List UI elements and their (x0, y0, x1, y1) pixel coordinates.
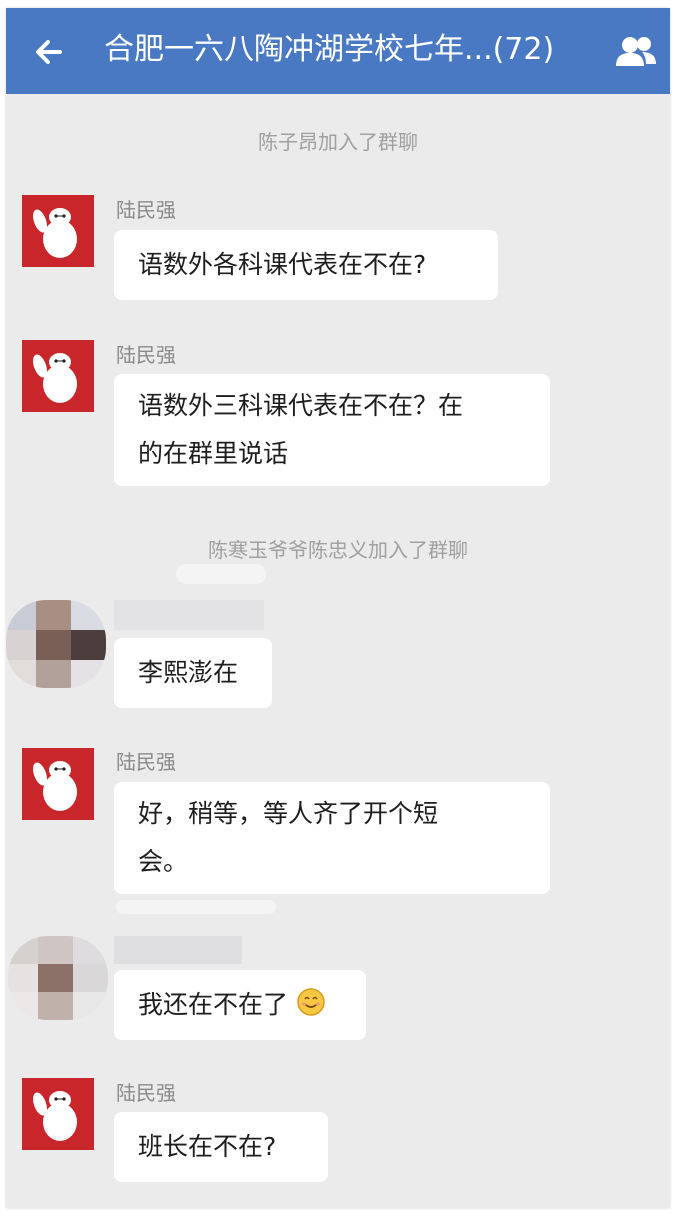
chat-screen: 合肥一六八陶冲湖学校七年...(72) 陈子昂加入了群聊 陆民强 语数外各科课代… (6, 8, 670, 1208)
message-text: 语数外各科课代表在不在? (138, 250, 427, 279)
message-bubble[interactable]: 语数外各科课代表在不在? (114, 230, 498, 300)
blurred-region (176, 564, 266, 584)
group-members-button[interactable] (612, 32, 660, 72)
blurred-avatar[interactable] (6, 600, 106, 688)
robot-avatar-icon (33, 761, 77, 811)
message-text: 班长在不在? (138, 1132, 277, 1161)
message-text-line: 的在群里说话 (138, 439, 289, 468)
robot-avatar-icon (33, 208, 77, 258)
sender-name: 陆民强 (116, 750, 176, 774)
system-message: 陈子昂加入了群聊 (258, 130, 418, 154)
sender-name: 陆民强 (116, 198, 176, 222)
message-text: 我还在不在了 (138, 990, 289, 1019)
message-bubble[interactable]: 我还在不在了 (114, 970, 366, 1040)
message-text-line: 会。 (138, 847, 189, 876)
blurred-avatar[interactable] (8, 936, 108, 1020)
robot-avatar-icon (33, 1091, 77, 1141)
avatar[interactable] (22, 1078, 94, 1150)
smile-emoji-icon (297, 988, 325, 1016)
chat-title: 合肥一六八陶冲湖学校七年...(72) (104, 32, 555, 67)
arrow-left-icon (36, 40, 62, 64)
message-bubble[interactable]: 语数外三科课代表在不在？在 的在群里说话 (114, 374, 550, 486)
system-message: 陈寒玉爷爷陈忠义加入了群聊 (208, 538, 468, 562)
blurred-region (114, 936, 242, 964)
group-members-icon (616, 37, 656, 66)
message-bubble[interactable]: 班长在不在? (114, 1112, 328, 1182)
sender-name: 陆民强 (116, 1081, 176, 1105)
blurred-region (114, 600, 264, 630)
blurred-region (116, 900, 276, 914)
message-bubble[interactable]: 李熙澎在 (114, 638, 272, 708)
back-button[interactable] (30, 32, 70, 72)
message-text: 李熙澎在 (138, 658, 239, 687)
robot-avatar-icon (33, 353, 77, 403)
sender-name: 陆民强 (116, 343, 176, 367)
message-bubble[interactable]: 好，稍等，等人齐了开个短 会。 (114, 782, 550, 894)
header-bar: 合肥一六八陶冲湖学校七年...(72) (6, 8, 670, 94)
message-text-line: 语数外三科课代表在不在？在 (138, 391, 464, 420)
avatar[interactable] (22, 195, 94, 267)
avatar[interactable] (22, 748, 94, 820)
message-text-line: 好，稍等，等人齐了开个短 (138, 799, 439, 828)
avatar[interactable] (22, 340, 94, 412)
